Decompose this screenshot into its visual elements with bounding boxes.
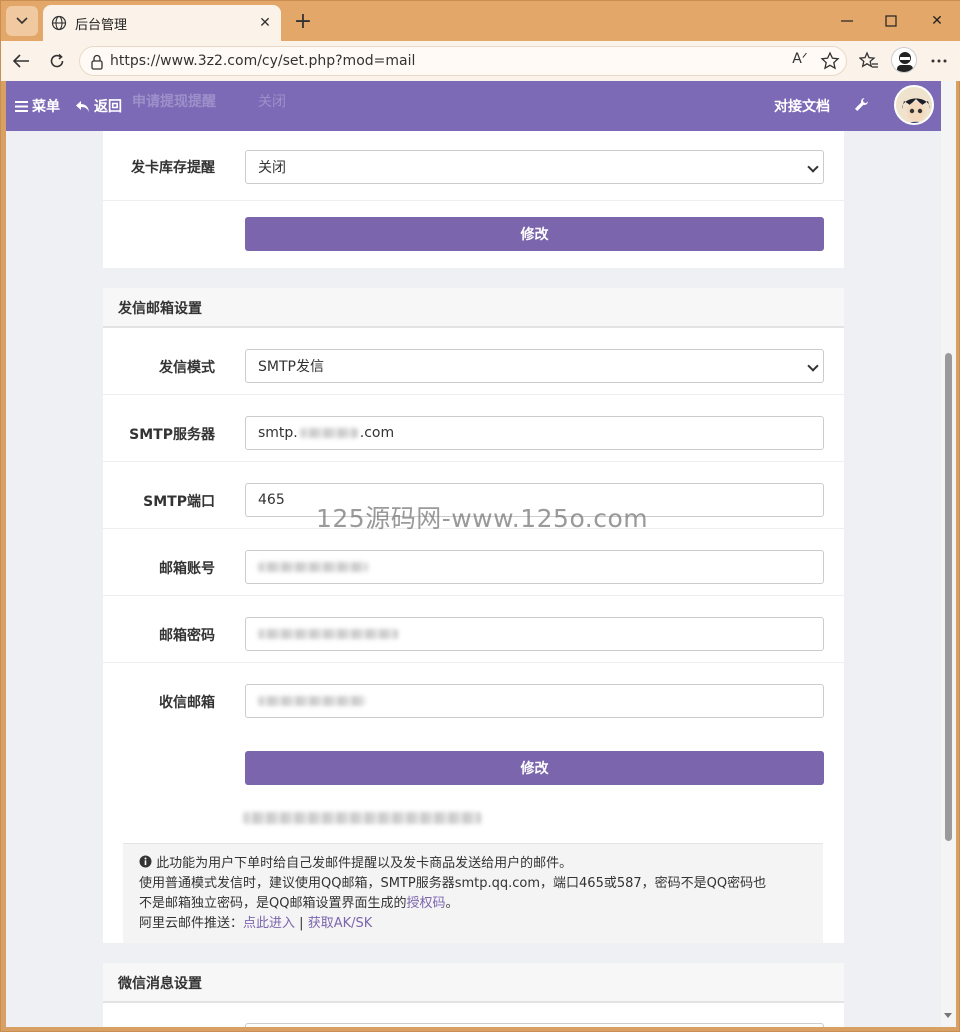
mail-account-label: 邮箱账号	[159, 561, 215, 577]
watermark-text: 125源码网-www.125o.com	[316, 504, 649, 533]
tab-title: 后台管理	[75, 17, 128, 33]
mail-settings-panel: 发信邮箱设置 发信模式 SMTP发信 SMTP服务器 smtp. .com SM…	[103, 288, 844, 943]
select-chevron-icon	[807, 360, 819, 372]
reply-arrow-icon	[76, 100, 89, 112]
redacted-receiver	[258, 696, 366, 706]
notice-settings-panel: 发卡库存提醒 关闭 修改	[103, 131, 844, 268]
browser-window: 后台管理 ✕ + ✕ https://www.3z2.com/cy/set.ph…	[0, 0, 960, 1032]
close-tab-icon[interactable]: ✕	[257, 15, 273, 31]
redacted-note	[243, 812, 481, 824]
mail-account-input[interactable]	[245, 550, 824, 584]
back-button[interactable]: 返回	[75, 96, 122, 116]
read-aloud-icon[interactable]: Aᐟ	[790, 51, 810, 71]
favorites-icon[interactable]	[857, 49, 881, 73]
refresh-icon[interactable]	[45, 49, 69, 73]
more-options-icon[interactable]	[927, 49, 951, 73]
mail-info-box: 此功能为用户下单时给自己发邮件提醒以及发卡商品发送给用户的邮件。 使用普通模式发…	[123, 843, 823, 943]
mail-mode-label: 发信模式	[159, 360, 215, 376]
redacted-domain	[299, 428, 358, 438]
url-text: https://www.3z2.com/cy/set.php?mod=mail	[110, 53, 416, 69]
page-scrollbar[interactable]	[941, 81, 956, 1027]
back-arrow-icon[interactable]	[9, 49, 33, 73]
info-line-3: 不是邮箱独立密码，是QQ邮箱设置界面生成的授权码。	[139, 896, 459, 911]
smtp-server-label: SMTP服务器	[129, 427, 215, 443]
get-aksk-link[interactable]: 获取AK/SK	[308, 916, 373, 931]
scroll-down-icon[interactable]	[944, 1013, 952, 1018]
back-label: 返回	[94, 99, 122, 115]
close-window-icon[interactable]: ✕	[925, 9, 949, 33]
link-separator: |	[299, 916, 304, 931]
hamburger-icon	[15, 100, 28, 112]
menu-button[interactable]: 菜单	[15, 96, 60, 116]
tab-bar: 后台管理 ✕ + ✕	[1, 1, 960, 41]
stock-reminder-label: 发卡库存提醒	[131, 160, 215, 176]
chevron-down-icon	[16, 17, 28, 25]
info-line-4: 阿里云邮件推送：点此进入 | 获取AK/SK	[139, 916, 373, 931]
browser-toolbar: https://www.3z2.com/cy/set.php?mod=mail …	[1, 41, 960, 81]
minimize-icon[interactable]	[835, 9, 859, 33]
smtp-server-row: SMTP服务器 smtp. .com	[103, 395, 844, 462]
stock-reminder-select[interactable]: 关闭	[245, 150, 824, 184]
mail-settings-heading: 发信邮箱设置	[103, 288, 844, 328]
tab-actions-button[interactable]	[6, 6, 38, 36]
mail-password-row: 邮箱密码	[103, 596, 844, 663]
mail-password-label: 邮箱密码	[159, 628, 215, 644]
profile-avatar[interactable]	[891, 47, 917, 73]
smtp-server-input[interactable]: smtp. .com	[245, 416, 824, 450]
info-circle-icon	[139, 855, 152, 868]
receiver-mail-input[interactable]	[245, 684, 824, 718]
scrolled-hidden-value: 关闭	[258, 94, 286, 110]
new-tab-icon[interactable]: +	[291, 9, 315, 34]
menu-label: 菜单	[32, 99, 60, 115]
receiver-mail-label: 收信邮箱	[159, 695, 215, 711]
aliyun-enter-link[interactable]: 点此进入	[243, 916, 295, 931]
user-avatar[interactable]	[894, 85, 934, 125]
mail-password-input[interactable]	[245, 617, 824, 651]
redacted-password	[258, 629, 398, 639]
wrench-icon[interactable]	[854, 97, 869, 112]
maximize-icon[interactable]	[879, 9, 903, 33]
mail-mode-row: 发信模式 SMTP发信	[103, 328, 844, 395]
globe-icon	[51, 15, 67, 31]
auth-code-link[interactable]: 授权码	[406, 896, 445, 911]
mail-account-row: 邮箱账号	[103, 529, 844, 596]
address-bar[interactable]: https://www.3z2.com/cy/set.php?mod=mail …	[79, 46, 847, 76]
wechat-first-field[interactable]	[245, 1023, 824, 1027]
app-header: 申请提现提醒 关闭 菜单 返回 对接文档	[6, 81, 941, 131]
mail-submit-button[interactable]: 修改	[245, 751, 824, 785]
mail-mode-select[interactable]: SMTP发信	[245, 349, 824, 383]
receiver-mail-row: 收信邮箱	[103, 663, 844, 730]
wechat-settings-panel: 微信消息设置	[103, 963, 844, 1027]
stock-submit-button[interactable]: 修改	[245, 217, 824, 251]
favorite-star-icon[interactable]	[820, 51, 840, 71]
info-line-1: 此功能为用户下单时给自己发邮件提醒以及发卡商品发送给用户的邮件。	[139, 854, 807, 874]
browser-tab[interactable]: 后台管理 ✕	[43, 5, 281, 41]
select-chevron-icon	[807, 161, 819, 173]
page-viewport: 申请提现提醒 关闭 菜单 返回 对接文档 发卡库存提醒 关闭 修改 发信邮箱设置…	[6, 81, 956, 1027]
redacted-account	[258, 562, 368, 572]
info-line-2: 使用普通模式发信时，建议使用QQ邮箱，SMTP服务器smtp.qq.com，端口…	[139, 876, 767, 891]
scrolled-hidden-label: 申请提现提醒	[132, 94, 216, 110]
lock-icon[interactable]	[90, 54, 104, 70]
scrollbar-thumb[interactable]	[945, 353, 952, 841]
smtp-port-label: SMTP端口	[143, 494, 215, 510]
api-docs-link[interactable]: 对接文档	[774, 96, 830, 116]
wechat-settings-heading: 微信消息设置	[103, 963, 844, 1003]
stock-reminder-row: 发卡库存提醒 关闭	[103, 131, 844, 201]
